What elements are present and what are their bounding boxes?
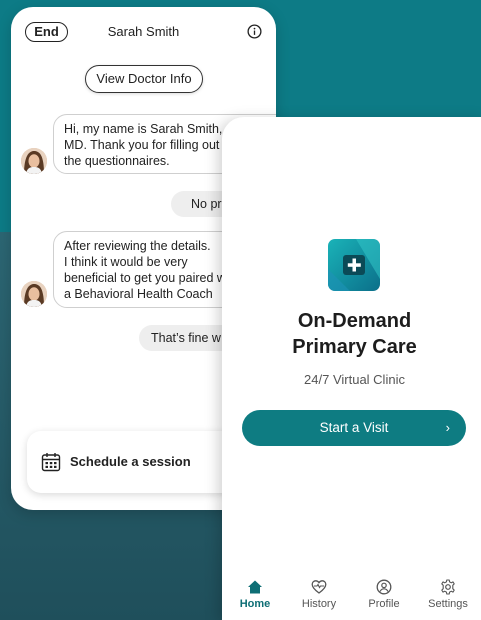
bottom-tab-bar: Home History Profile Settings: [222, 572, 481, 620]
home-subtitle: 24/7 Virtual Clinic: [304, 372, 405, 387]
calendar-icon: [41, 453, 61, 472]
schedule-session-label: Schedule a session: [70, 454, 191, 469]
home-icon: [248, 580, 262, 594]
doctor-avatar: [21, 148, 47, 174]
chat-title: Sarah Smith: [107, 24, 180, 39]
profile-icon: [376, 579, 392, 595]
chat-header: End Sarah Smith: [11, 7, 276, 57]
tab-home[interactable]: Home: [225, 572, 285, 620]
start-visit-button[interactable]: Start a Visit ›: [242, 410, 466, 446]
doctor-avatar: [21, 281, 47, 307]
tab-profile[interactable]: Profile: [354, 572, 414, 620]
info-icon[interactable]: [247, 24, 262, 39]
history-heart-icon: [311, 580, 327, 594]
home-title: On-Demand Primary Care: [292, 310, 417, 358]
gear-icon: [441, 579, 455, 595]
tab-settings[interactable]: Settings: [418, 572, 478, 620]
start-visit-label: Start a Visit: [319, 420, 389, 435]
home-screen: On-Demand Primary Care 24/7 Virtual Clin…: [222, 117, 481, 620]
tab-history[interactable]: History: [289, 572, 349, 620]
app-logo-icon: [328, 239, 380, 291]
view-doctor-info-button[interactable]: View Doctor Info: [85, 65, 203, 93]
chevron-right-icon: ›: [445, 420, 450, 435]
